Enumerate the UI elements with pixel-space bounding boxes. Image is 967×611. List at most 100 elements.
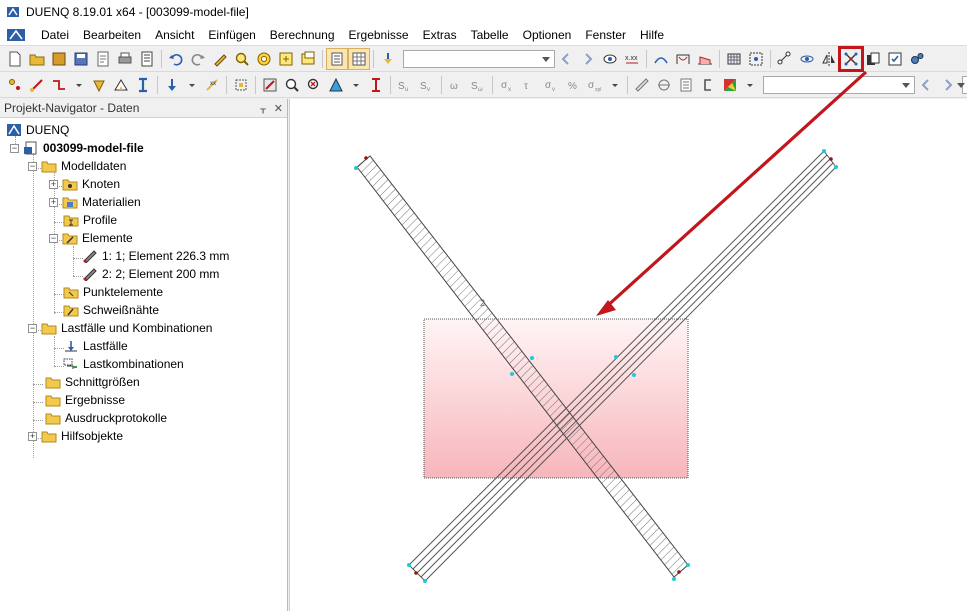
document-logo-icon[interactable] <box>6 28 26 42</box>
expand-icon[interactable]: + <box>28 431 37 441</box>
undo-icon[interactable] <box>165 48 187 70</box>
print-icon[interactable] <box>114 48 136 70</box>
load-value-icon[interactable]: xx <box>201 74 223 96</box>
zoom-results-icon[interactable] <box>281 74 303 96</box>
dropdown-arrow-icon[interactable] <box>70 74 88 96</box>
dimension-icon[interactable] <box>365 74 387 96</box>
line-element-icon[interactable] <box>26 74 48 96</box>
point-element-icon[interactable] <box>88 74 110 96</box>
mirror-icon[interactable] <box>818 48 840 70</box>
sigma-xpl-icon[interactable]: σ xpl <box>584 74 606 96</box>
node-point[interactable] <box>423 579 427 583</box>
divide-elements-icon[interactable] <box>838 45 864 72</box>
node-point[interactable] <box>364 156 368 160</box>
target-icon[interactable] <box>253 48 275 70</box>
tree-element-2[interactable]: 2: 2; Element 200 mm <box>82 265 219 283</box>
dropdown-arrow-icon[interactable] <box>741 74 759 96</box>
node-point[interactable] <box>414 571 418 575</box>
color-scale-icon[interactable] <box>325 74 347 96</box>
color-palette-icon[interactable] <box>719 74 741 96</box>
rotate-icon[interactable] <box>774 48 796 70</box>
tree-punktelemente[interactable]: Punktelemente <box>63 283 163 301</box>
section-i-icon[interactable] <box>132 74 154 96</box>
expand-icon[interactable]: + <box>49 197 58 207</box>
new-file-icon[interactable] <box>4 48 26 70</box>
dropdown-arrow-icon[interactable] <box>183 74 201 96</box>
window-icon[interactable] <box>297 48 319 70</box>
extra-select[interactable] <box>957 75 967 94</box>
tree-schnittgroessen[interactable]: Schnittgrößen <box>45 373 140 391</box>
load-icon[interactable] <box>161 74 183 96</box>
bracket-icon[interactable] <box>697 74 719 96</box>
search-icon[interactable] <box>231 48 253 70</box>
dropdown-arrow-icon[interactable] <box>347 74 365 96</box>
graphics-workspace[interactable]: 2 <box>289 99 967 611</box>
settings-gears-icon[interactable] <box>906 48 928 70</box>
dropdown-arrow-icon[interactable] <box>606 74 624 96</box>
tree-ausdruckprotokolle[interactable]: Ausdruckprotokolle <box>45 409 167 427</box>
results-select[interactable] <box>763 75 915 94</box>
menu-datei[interactable]: Datei <box>34 28 76 42</box>
tree-schweissnaehte[interactable]: Schweißnähte <box>63 301 159 319</box>
node-point[interactable] <box>829 157 833 161</box>
collapse-icon[interactable]: − <box>28 323 37 333</box>
collapse-icon[interactable]: − <box>10 143 19 153</box>
show-results-icon[interactable] <box>599 48 621 70</box>
print-preview-icon[interactable] <box>92 48 114 70</box>
menu-berechnung[interactable]: Berechnung <box>263 28 342 42</box>
ruler-icon[interactable] <box>631 74 653 96</box>
menu-bearbeiten[interactable]: Bearbeiten <box>76 28 148 42</box>
tree-materialien[interactable]: + Materialien <box>49 193 141 211</box>
node-point[interactable] <box>632 373 636 377</box>
close-icon[interactable]: ✕ <box>274 102 283 115</box>
load-case-select[interactable] <box>403 49 555 68</box>
cross-section-icon[interactable] <box>230 74 252 96</box>
section-view-icon[interactable] <box>672 48 694 70</box>
load-case-icon[interactable] <box>377 48 399 70</box>
omega-icon[interactable]: ω <box>445 74 467 96</box>
tree-elemente[interactable]: − Elemente <box>49 229 133 247</box>
tree-modelldaten[interactable]: − Modelldaten <box>28 157 126 175</box>
collapse-icon[interactable]: − <box>49 233 58 243</box>
tree-hilfsobjekte[interactable]: + Hilfsobjekte <box>28 427 123 445</box>
pin-icon[interactable]: ᚁ <box>260 102 265 115</box>
previous-arrow-icon[interactable] <box>915 74 937 96</box>
circle-section-icon[interactable] <box>653 74 675 96</box>
archive-icon[interactable] <box>48 48 70 70</box>
copy-objects-icon[interactable] <box>862 48 884 70</box>
mesh-icon[interactable] <box>723 48 745 70</box>
grid-points-icon[interactable] <box>745 48 767 70</box>
diagram-icon[interactable] <box>694 48 716 70</box>
orbit-icon[interactable] <box>796 48 818 70</box>
tree-lastfaelle-kombinationen[interactable]: − Lastfälle und Kombinationen <box>28 319 212 337</box>
grid-view-icon[interactable] <box>348 47 370 70</box>
redo-icon[interactable] <box>187 48 209 70</box>
node-point[interactable] <box>354 166 358 170</box>
node-point[interactable] <box>834 165 838 169</box>
percent-icon[interactable]: % <box>562 74 584 96</box>
check-document-icon[interactable] <box>884 48 906 70</box>
node-point[interactable] <box>407 563 411 567</box>
node-point[interactable] <box>686 563 690 567</box>
node-point[interactable] <box>510 372 514 376</box>
node-point[interactable] <box>822 149 826 153</box>
node-point[interactable] <box>614 355 618 359</box>
node-point[interactable] <box>677 570 681 574</box>
tree-knoten[interactable]: + Knoten <box>49 175 120 193</box>
menu-extras[interactable]: Extras <box>416 28 464 42</box>
zoom-cancel-icon[interactable] <box>303 74 325 96</box>
model-canvas[interactable]: 2 <box>290 99 967 611</box>
tau-icon[interactable]: τ <box>518 74 540 96</box>
tree-lastfaelle[interactable]: Lastfälle <box>63 337 128 355</box>
next-arrow-icon[interactable] <box>577 48 599 70</box>
tree-lastkombinationen[interactable]: Lastkombinationen <box>63 355 184 373</box>
result-values-icon[interactable]: x.xx <box>621 48 643 70</box>
tree-ergebnisse[interactable]: Ergebnisse <box>45 391 125 409</box>
stress-su-icon[interactable]: Su <box>394 74 416 96</box>
tree-element-1[interactable]: 1: 1; Element 226.3 mm <box>82 247 229 265</box>
sigma-x-icon[interactable]: σx <box>496 74 518 96</box>
polyline-icon[interactable] <box>48 74 70 96</box>
next-arrow-icon[interactable] <box>937 74 959 96</box>
tree-model-file[interactable]: − 003099-model-file <box>10 139 144 157</box>
omega-zero-icon[interactable]: Sω <box>467 74 489 96</box>
